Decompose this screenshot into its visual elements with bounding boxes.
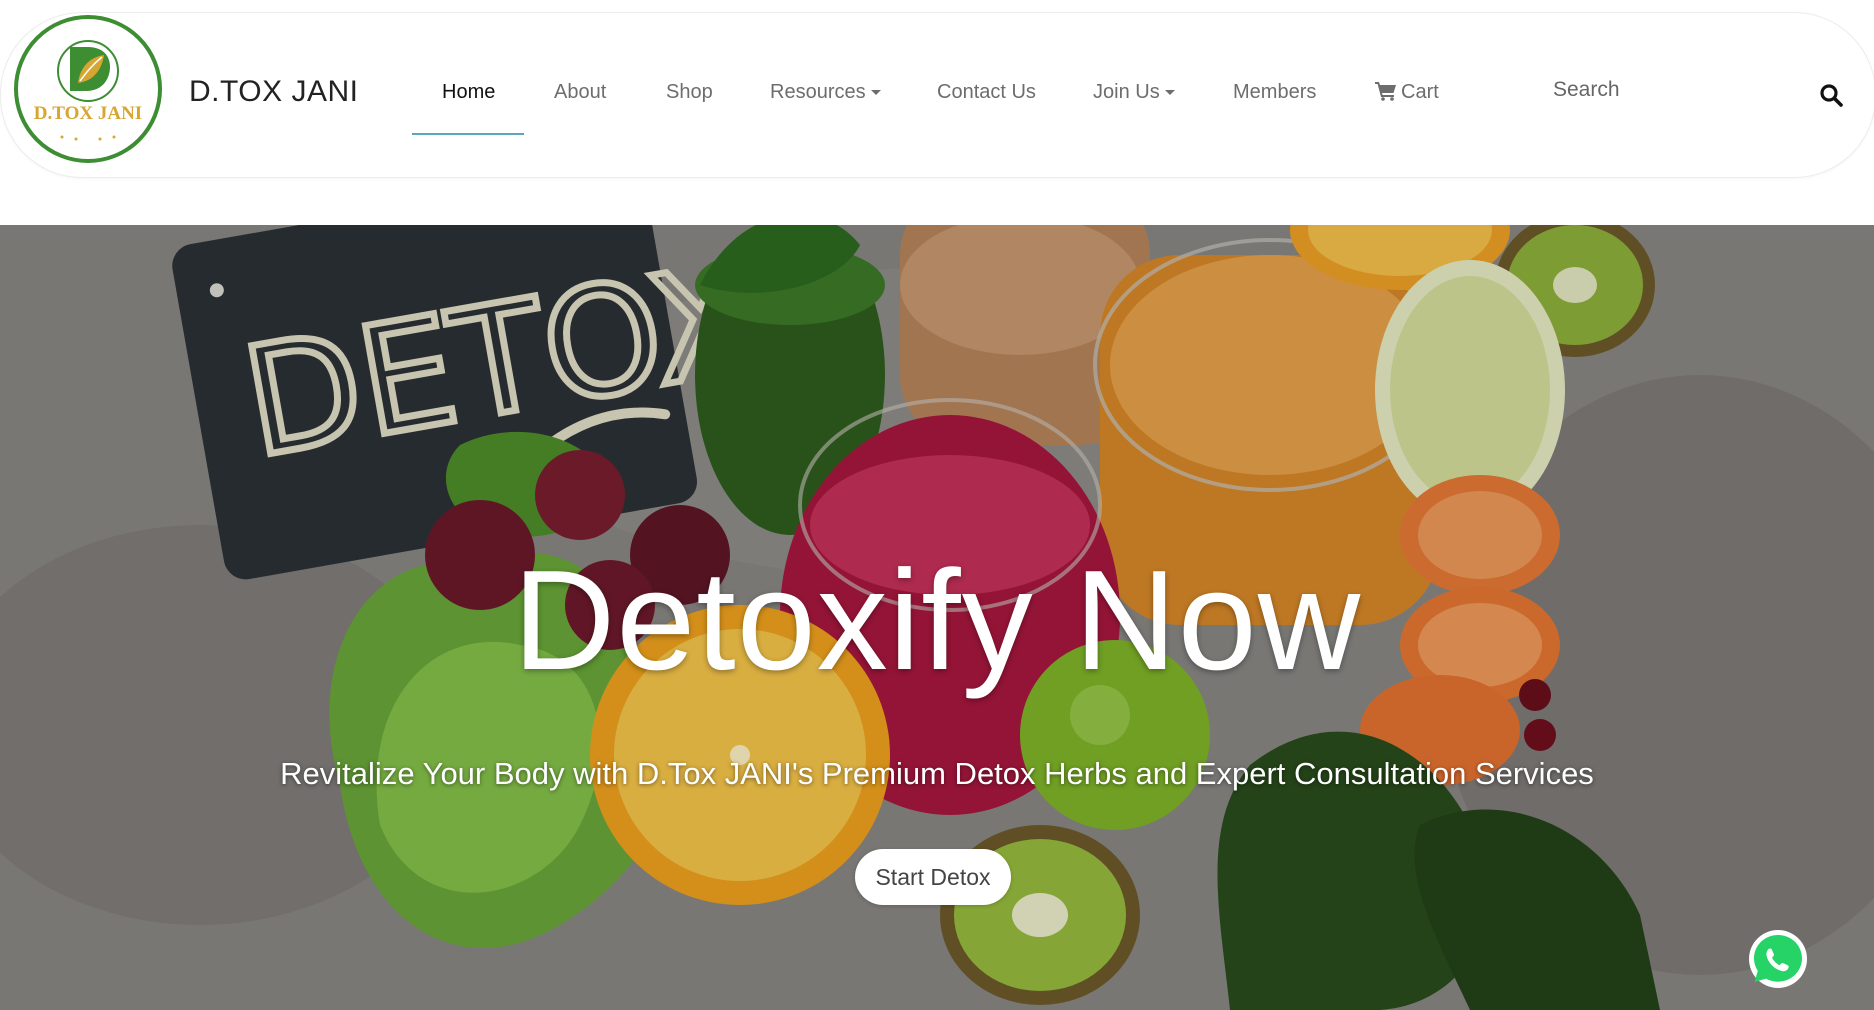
nav-resources[interactable]: Resources (770, 81, 881, 104)
nav-about[interactable]: About (554, 81, 606, 104)
nav-active-indicator (412, 133, 524, 135)
search-input[interactable] (1551, 71, 1795, 109)
logo-emblem: D.TOX JANI (26, 27, 150, 151)
nav-members[interactable]: Members (1233, 81, 1316, 104)
search-icon[interactable] (1819, 83, 1843, 107)
hero-subtitle: Revitalize Your Body with D.Tox JANI's P… (280, 756, 1594, 791)
site-header: D.TOX JANI D.TOX JANI Home About Shop Re… (0, 12, 1874, 178)
brand-name[interactable]: D.TOX JANI (189, 75, 358, 109)
site-logo[interactable]: D.TOX JANI (14, 15, 162, 163)
logo-wordmark: D.TOX JANI (34, 103, 142, 124)
nav-join[interactable]: Join Us (1093, 81, 1175, 104)
cart-icon (1375, 82, 1396, 101)
nav-contact[interactable]: Contact Us (937, 81, 1036, 104)
nav-home[interactable]: Home (442, 81, 495, 104)
nav-resources-label: Resources (770, 81, 866, 103)
caret-down-icon (1164, 90, 1175, 96)
nav-join-label: Join Us (1093, 81, 1160, 103)
nav-cart-label: Cart (1401, 81, 1439, 103)
start-detox-button[interactable]: Start Detox (855, 849, 1011, 905)
whatsapp-icon[interactable] (1747, 928, 1809, 990)
nav-cart[interactable]: Cart (1375, 81, 1439, 104)
nav-shop[interactable]: Shop (666, 81, 713, 104)
hero-title: Detoxify Now (512, 541, 1362, 700)
hero-banner: DETOX Detoxify Now Revitalize Your Body … (0, 225, 1874, 1010)
caret-down-icon (870, 90, 881, 96)
